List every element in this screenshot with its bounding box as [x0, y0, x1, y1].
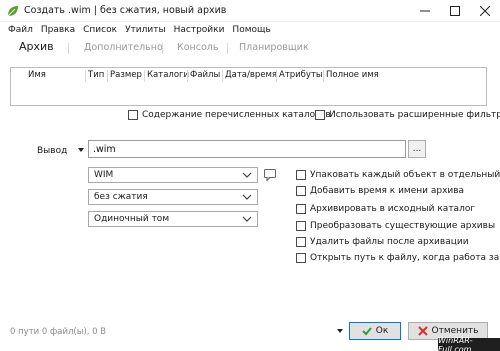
tab-divider [68, 43, 69, 54]
column-divider [144, 70, 145, 82]
column-size[interactable]: Размер [110, 70, 142, 80]
column-fullname[interactable]: Полное имя [326, 70, 379, 80]
menu-file[interactable]: Файл [4, 25, 37, 35]
volume-select-value: Одиночный том [94, 214, 170, 224]
close-button[interactable] [470, 0, 500, 22]
column-divider [222, 70, 223, 82]
column-divider [276, 70, 277, 82]
tab-console[interactable]: Консоль [177, 42, 218, 53]
column-divider [107, 70, 108, 82]
format-select[interactable]: WIM [88, 167, 258, 183]
checkbox-box[interactable] [296, 221, 306, 231]
tab-divider [227, 43, 228, 54]
compression-select-value: без сжатия [94, 192, 148, 202]
checkbox-box[interactable] [128, 110, 138, 120]
checkbox-label: Упаковать каждый объект в отдельный архи [310, 170, 500, 180]
speech-bubble-icon[interactable] [264, 169, 276, 182]
list-dir-contents-checkbox[interactable]: Содержание перечисленных каталогов [128, 110, 331, 120]
tab-divider [162, 43, 163, 54]
output-dropdown-arrow-icon[interactable] [78, 148, 84, 152]
column-divider [323, 70, 324, 82]
column-type[interactable]: Тип [88, 70, 104, 80]
column-attributes[interactable]: Атрибуты [279, 70, 323, 80]
tab-archive[interactable]: Архив [19, 40, 54, 53]
checkbox-label: Добавить время к имени архива [310, 186, 465, 196]
option-separate-archives-checkbox[interactable]: Упаковать каждый объект в отдельный архи [296, 170, 500, 180]
checkbox-label: Содержание перечисленных каталогов [142, 110, 331, 120]
checkbox-box[interactable] [315, 110, 325, 120]
chevron-down-icon [242, 194, 252, 200]
title-bar: Создать .wim | без сжатия, новый архив [0, 0, 500, 22]
option-open-path-checkbox[interactable]: Открыть путь к файлу, когда работа завер… [296, 253, 500, 263]
menu-settings[interactable]: Настройки [170, 25, 229, 35]
close-icon [480, 6, 490, 16]
menu-tools[interactable]: Утилиты [121, 25, 170, 35]
option-convert-existing-checkbox[interactable]: Преобразовать существующие архивы [296, 221, 495, 231]
checkbox-box[interactable] [296, 253, 306, 263]
leaf-icon [6, 4, 20, 18]
checkbox-box[interactable] [296, 186, 306, 196]
tab-advanced[interactable]: Дополнительно [84, 42, 163, 53]
browse-button[interactable]: ... [408, 140, 426, 158]
menu-list[interactable]: Список [79, 25, 121, 35]
x-icon [417, 326, 428, 336]
option-source-folder-checkbox[interactable]: Архивировать в исходный каталог [296, 204, 475, 214]
minimize-button[interactable] [410, 0, 440, 22]
checkbox-box[interactable] [296, 237, 306, 247]
minimize-icon [420, 10, 430, 12]
column-divider [85, 70, 86, 82]
option-add-time-checkbox[interactable]: Добавить время к имени архива [296, 186, 464, 196]
column-divider [187, 70, 188, 82]
column-folders[interactable]: Каталоги [147, 70, 189, 80]
watermark: WinRAR-Full.com [438, 336, 500, 351]
checkbox-box[interactable] [296, 170, 306, 180]
menu-edit[interactable]: Правка [37, 25, 79, 35]
checkbox-label: Архивировать в исходный каталог [310, 204, 476, 214]
checkbox-label: Использовать расширенные фильтры [329, 110, 500, 120]
checkbox-label: Открыть путь к файлу, когда работа завер… [310, 253, 500, 263]
options-dropdown-arrow-icon[interactable] [337, 329, 343, 333]
file-list-table[interactable]: Имя Тип Размер Каталоги Файлы Дата/время… [10, 67, 487, 106]
menu-bar: Файл Правка Список Утилиты Настройки Пом… [0, 22, 500, 38]
window-title: Создать .wim | без сжатия, новый архив [24, 5, 227, 16]
checkbox-label: Преобразовать существующие архивы [310, 221, 496, 231]
cancel-button-label: Отменить [431, 326, 479, 336]
volume-select[interactable]: Одиночный том [88, 211, 258, 227]
menu-help[interactable]: Помощь [228, 25, 274, 35]
option-delete-files-checkbox[interactable]: Удалить файлы после архивации [296, 237, 469, 247]
column-name[interactable]: Имя [28, 70, 46, 80]
output-label: Вывод [37, 146, 68, 156]
chevron-down-icon [242, 172, 252, 178]
tab-scheduler[interactable]: Планировщик [239, 42, 309, 53]
chevron-down-icon [242, 216, 252, 222]
maximize-icon [450, 6, 460, 16]
column-files[interactable]: Файлы [190, 70, 220, 80]
output-path-input[interactable] [88, 140, 406, 158]
tab-strip: Архив Дополнительно Консоль Планировщик [0, 39, 500, 59]
advanced-filters-checkbox[interactable]: Использовать расширенные фильтры [315, 110, 500, 120]
table-header: Имя Тип Размер Каталоги Файлы Дата/время… [11, 70, 486, 82]
ok-button-label: Ок [375, 326, 389, 336]
column-datetime[interactable]: Дата/время [225, 70, 277, 80]
checkbox-box[interactable] [296, 204, 306, 214]
check-icon [362, 327, 372, 336]
ok-button[interactable]: Ок [349, 322, 401, 340]
checkbox-label: Удалить файлы после архивации [310, 237, 469, 247]
compression-select[interactable]: без сжатия [88, 189, 258, 205]
format-select-value: WIM [94, 170, 114, 180]
maximize-button[interactable] [440, 0, 470, 22]
status-text: 0 пути 0 файл(ы), 0 B [10, 327, 107, 337]
